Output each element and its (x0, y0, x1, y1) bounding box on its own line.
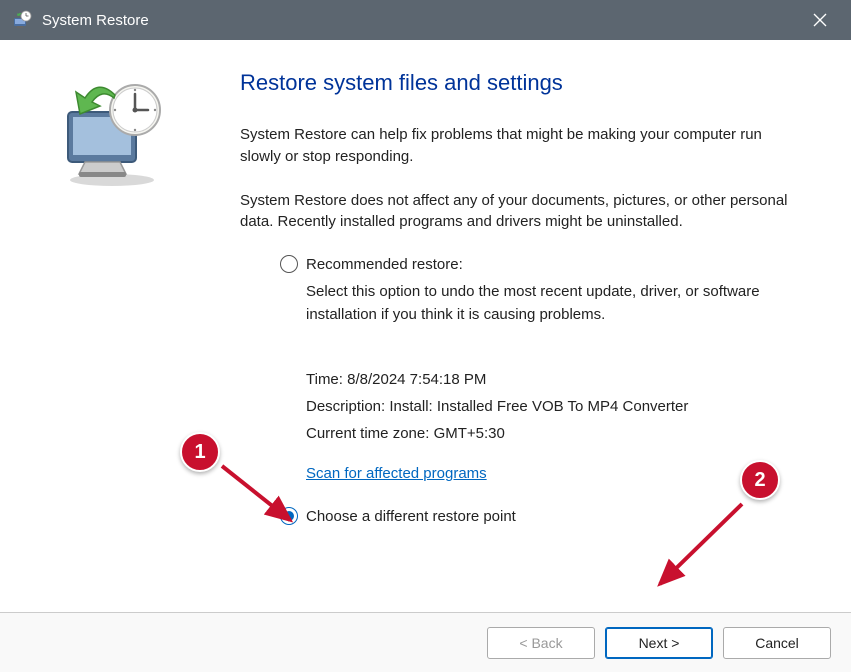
options-group: Recommended restore: Select this option … (280, 255, 801, 525)
back-button: < Back (487, 627, 595, 659)
next-button[interactable]: Next > (605, 627, 713, 659)
radio-unchecked-icon[interactable] (280, 255, 298, 273)
system-restore-icon (50, 80, 170, 190)
main-panel: Restore system files and settings System… (220, 40, 851, 610)
restore-point-info: Time: 8/8/2024 7:54:18 PM Description: I… (306, 366, 801, 447)
intro-paragraph-2: System Restore does not affect any of yo… (240, 190, 801, 234)
app-icon (12, 10, 32, 30)
close-button[interactable] (797, 0, 843, 40)
annotation-marker-2: 2 (740, 460, 780, 500)
page-heading: Restore system files and settings (240, 70, 801, 96)
different-restore-point-label: Choose a different restore point (306, 508, 516, 525)
annotation-arrow-1 (216, 460, 306, 535)
recommended-restore-description: Select this option to undo the most rece… (306, 281, 801, 326)
annotation-marker-1: 1 (180, 432, 220, 472)
titlebar-text: System Restore (42, 12, 797, 29)
titlebar: System Restore (0, 0, 851, 40)
annotation-arrow-2 (646, 498, 750, 596)
button-bar: < Back Next > Cancel (0, 612, 851, 672)
recommended-restore-label: Recommended restore: (306, 256, 463, 273)
intro-paragraph-1: System Restore can help fix problems tha… (240, 124, 801, 168)
info-time: Time: 8/8/2024 7:54:18 PM (306, 366, 801, 393)
recommended-restore-option[interactable]: Recommended restore: (280, 255, 801, 273)
sidebar (0, 40, 220, 610)
cancel-button[interactable]: Cancel (723, 627, 831, 659)
scan-affected-programs-link[interactable]: Scan for affected programs (306, 465, 487, 482)
info-description: Description: Install: Installed Free VOB… (306, 393, 801, 420)
info-timezone: Current time zone: GMT+5:30 (306, 420, 801, 447)
